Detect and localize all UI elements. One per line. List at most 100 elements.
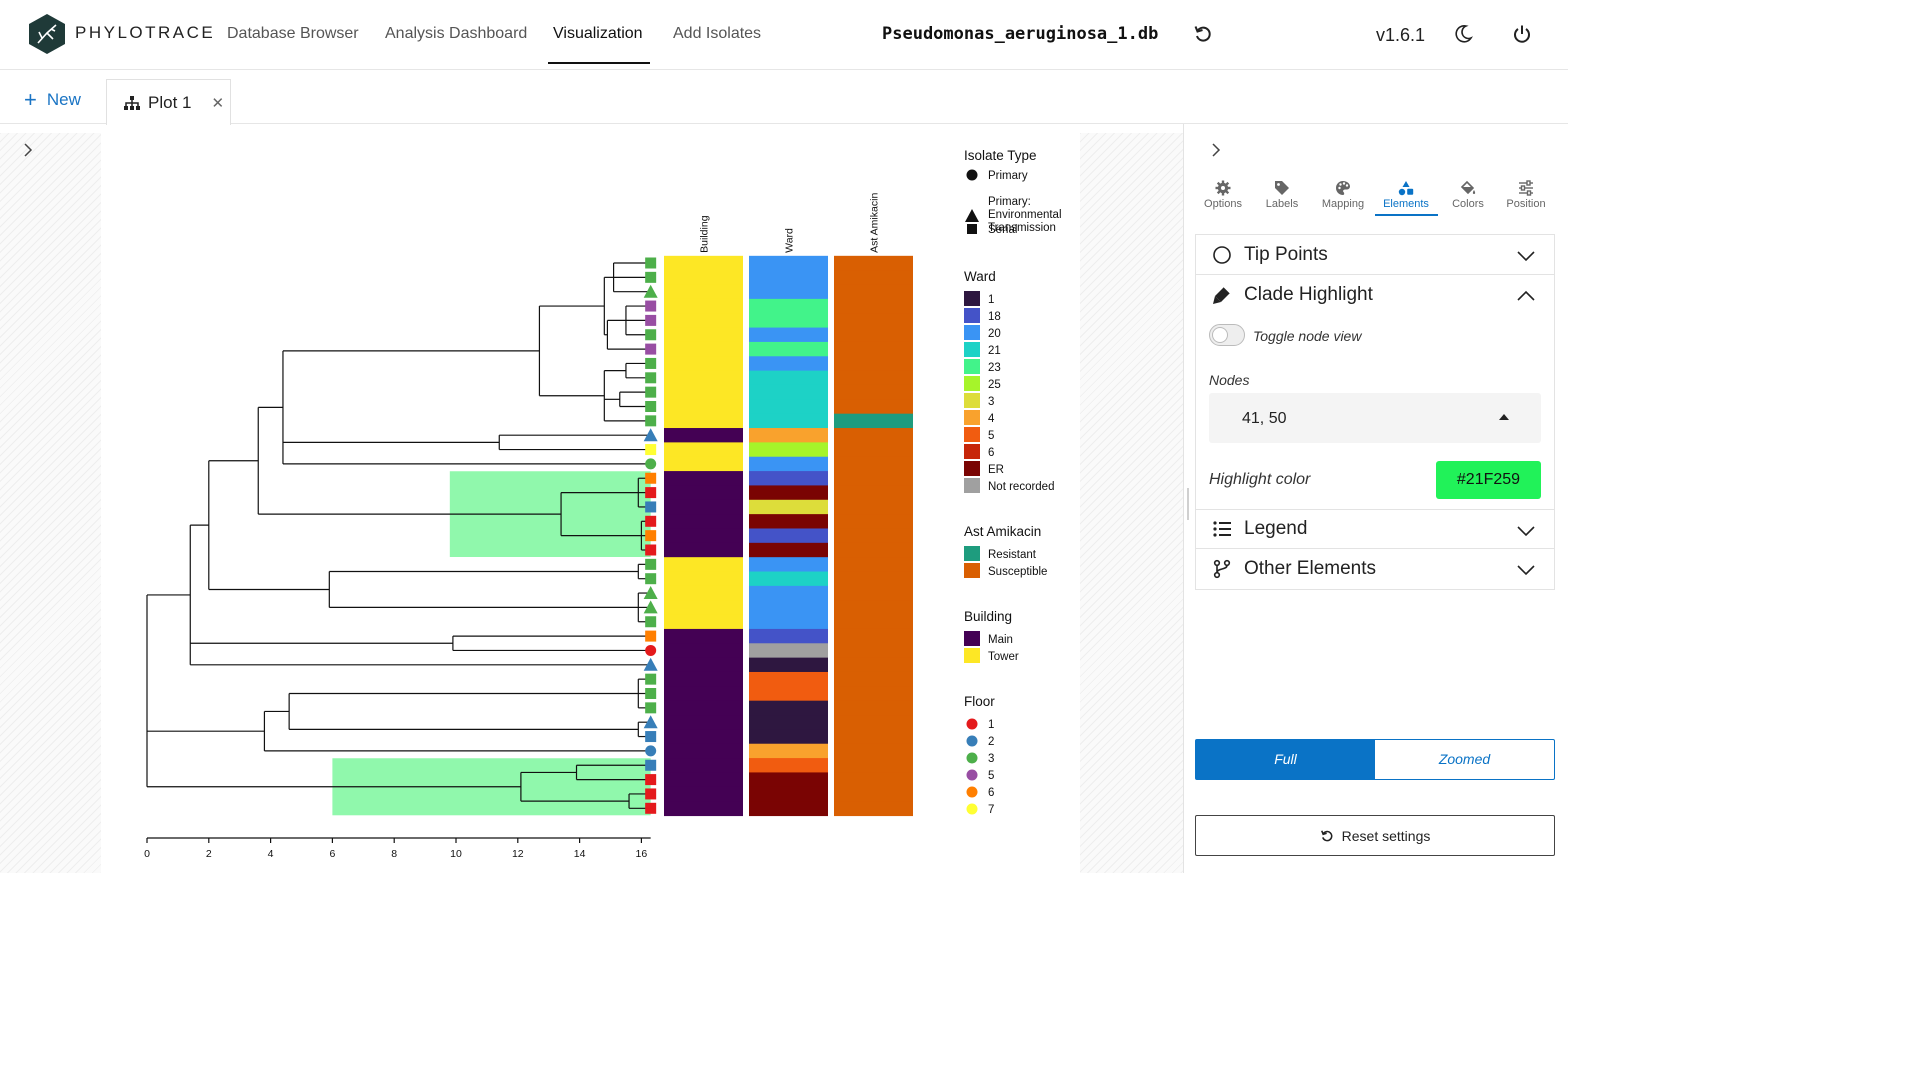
tip-point-square[interactable] [645, 702, 657, 714]
heatmap-cell-ward[interactable] [749, 471, 828, 487]
tab-mapping[interactable]: Mapping [1314, 180, 1372, 210]
heatmap-cell-amikacin[interactable] [834, 341, 913, 357]
heatmap-cell-ward[interactable] [749, 571, 828, 587]
heatmap-cell-ward[interactable] [749, 270, 828, 286]
heatmap-cell-ward[interactable] [749, 255, 828, 271]
heatmap-cell-ward[interactable] [749, 528, 828, 544]
tip-points-header[interactable]: Tip Points [1196, 235, 1554, 275]
heatmap-cell-ward[interactable] [749, 628, 828, 644]
heatmap-cell-amikacin[interactable] [834, 298, 913, 314]
heatmap-cell-building[interactable] [664, 772, 743, 788]
heatmap-cell-ward[interactable] [749, 585, 828, 601]
tip-point-square[interactable] [645, 401, 657, 412]
heatmap-cell-amikacin[interactable] [834, 801, 913, 817]
heatmap-cell-amikacin[interactable] [834, 327, 913, 343]
highlight-color-picker[interactable]: #21F259 [1436, 461, 1541, 499]
tip-point-square[interactable] [645, 415, 657, 427]
heatmap-cell-amikacin[interactable] [834, 255, 913, 271]
heatmap-cell-ward[interactable] [749, 643, 828, 659]
tip-point-square[interactable] [645, 300, 657, 312]
heatmap-cell-building[interactable] [664, 585, 743, 601]
chevron-right-icon[interactable] [20, 142, 36, 158]
heatmap-cell-building[interactable] [664, 428, 743, 443]
heatmap-cell-building[interactable] [664, 413, 743, 429]
tip-point-square[interactable] [645, 515, 657, 527]
tip-point-square[interactable] [645, 630, 657, 642]
power-icon[interactable] [1512, 24, 1532, 44]
tip-point-circle[interactable] [645, 644, 657, 656]
tip-point-square[interactable] [645, 673, 657, 685]
reset-settings-button[interactable]: Reset settings [1195, 815, 1555, 856]
nav-visualization[interactable]: Visualization [553, 25, 643, 43]
tip-point-square[interactable] [645, 329, 657, 341]
heatmap-cell-building[interactable] [664, 255, 743, 271]
heatmap-cell-building[interactable] [664, 327, 743, 343]
heatmap-cell-amikacin[interactable] [834, 715, 913, 730]
heatmap-cell-amikacin[interactable] [834, 700, 913, 716]
heatmap-cell-amikacin[interactable] [834, 471, 913, 487]
heatmap-cell-ward[interactable] [749, 370, 828, 386]
dark-mode-moon-icon[interactable] [1453, 24, 1473, 44]
heatmap-cell-ward[interactable] [749, 801, 828, 817]
heatmap-cell-building[interactable] [664, 341, 743, 357]
heatmap-cell-ward[interactable] [749, 298, 828, 314]
tab-colors[interactable]: Colors [1439, 180, 1497, 210]
heatmap-cell-amikacin[interactable] [834, 370, 913, 386]
heatmap-cell-ward[interactable] [749, 428, 828, 443]
heatmap-cell-building[interactable] [664, 542, 743, 558]
heatmap-cell-ward[interactable] [749, 772, 828, 788]
heatmap-cell-ward[interactable] [749, 313, 828, 329]
heatmap-cell-building[interactable] [664, 715, 743, 730]
heatmap-cell-amikacin[interactable] [834, 313, 913, 329]
heatmap-cell-ward[interactable] [749, 485, 828, 501]
heatmap-cell-building[interactable] [664, 298, 743, 314]
heatmap-cell-ward[interactable] [749, 284, 828, 300]
nodes-select[interactable]: 41, 50 [1209, 393, 1541, 443]
heatmap-cell-ward[interactable] [749, 413, 828, 429]
tip-point-square[interactable] [645, 573, 657, 585]
tip-point-square[interactable] [645, 530, 657, 542]
heatmap-cell-amikacin[interactable] [834, 428, 913, 443]
heatmap-cell-building[interactable] [664, 657, 743, 673]
heatmap-cell-ward[interactable] [749, 786, 828, 802]
heatmap-cell-building[interactable] [664, 786, 743, 802]
heatmap-cell-building[interactable] [664, 557, 743, 573]
heatmap-cell-building[interactable] [664, 686, 743, 702]
heatmap-cell-building[interactable] [664, 442, 743, 458]
heatmap-cell-amikacin[interactable] [834, 542, 913, 558]
new-plot-button[interactable]: + New [24, 89, 81, 111]
heatmap-cell-building[interactable] [664, 743, 743, 759]
tab-elements[interactable]: Elements [1377, 180, 1435, 210]
heatmap-cell-building[interactable] [664, 643, 743, 659]
tip-point-circle[interactable] [645, 458, 657, 470]
heatmap-cell-amikacin[interactable] [834, 614, 913, 630]
tip-point-square[interactable] [645, 472, 657, 484]
nav-database-browser[interactable]: Database Browser [227, 25, 359, 43]
heatmap-cell-ward[interactable] [749, 384, 828, 400]
heatmap-cell-ward[interactable] [749, 499, 828, 515]
heatmap-cell-building[interactable] [664, 384, 743, 400]
heatmap-cell-amikacin[interactable] [834, 356, 913, 372]
heatmap-cell-amikacin[interactable] [834, 270, 913, 286]
heatmap-cell-ward[interactable] [749, 686, 828, 702]
heatmap-cell-amikacin[interactable] [834, 514, 913, 530]
tip-point-square[interactable] [645, 257, 657, 269]
heatmap-cell-building[interactable] [664, 671, 743, 687]
heatmap-cell-ward[interactable] [749, 356, 828, 372]
heatmap-cell-ward[interactable] [749, 557, 828, 573]
tip-point-square[interactable] [645, 558, 657, 570]
heatmap-cell-building[interactable] [664, 485, 743, 501]
heatmap-cell-amikacin[interactable] [834, 528, 913, 544]
heatmap-cell-ward[interactable] [749, 671, 828, 687]
other-elements-header[interactable]: Other Elements [1196, 549, 1554, 589]
tab-labels[interactable]: Labels [1253, 180, 1311, 210]
tip-point-square[interactable] [645, 759, 657, 771]
heatmap-cell-amikacin[interactable] [834, 758, 913, 774]
heatmap-cell-building[interactable] [664, 614, 743, 630]
heatmap-cell-building[interactable] [664, 370, 743, 386]
heatmap-cell-ward[interactable] [749, 657, 828, 673]
heatmap-cell-ward[interactable] [749, 700, 828, 716]
tip-point-square[interactable] [645, 731, 657, 743]
tip-point-square[interactable] [645, 544, 657, 556]
heatmap-cell-building[interactable] [664, 600, 743, 616]
